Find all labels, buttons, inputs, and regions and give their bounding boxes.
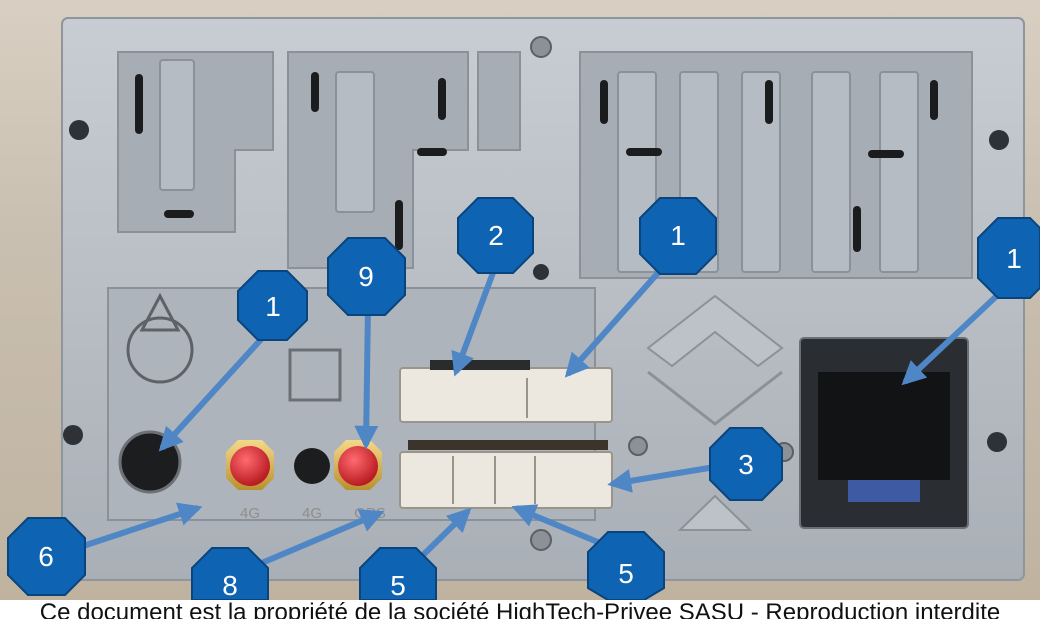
callout-1-main-connector: 1 bbox=[639, 197, 717, 275]
svg-text:2: 2 bbox=[488, 220, 504, 251]
document-footer-caption: Ce document est la propriété de la socié… bbox=[39, 599, 1001, 619]
callout-1-aux-socket: 1 bbox=[237, 270, 308, 341]
callout-8-antenna-area: 8 bbox=[191, 547, 269, 600]
svg-text:1: 1 bbox=[265, 291, 281, 322]
callout-3-lower-connector: 3 bbox=[709, 427, 783, 501]
antenna-gps bbox=[334, 440, 382, 490]
callout-5-right: 5 bbox=[587, 531, 665, 600]
antenna-4g-2-socket bbox=[294, 448, 330, 484]
port-label-4g-2: 4G bbox=[302, 505, 322, 522]
callout-2-main-connector: 2 bbox=[457, 197, 534, 274]
svg-text:5: 5 bbox=[390, 570, 406, 600]
main-connector-top bbox=[399, 360, 613, 423]
rear-panel-illustration: 4G 4G GPS 1 9 2 1 1 3 6 8 5 5 bbox=[7, 17, 1040, 600]
unit-rear-photo: 4G 4G GPS 1 9 2 1 1 3 6 8 5 5 bbox=[0, 0, 1040, 600]
callout-5-left: 5 bbox=[359, 547, 437, 600]
svg-text:6: 6 bbox=[38, 541, 54, 572]
svg-text:5: 5 bbox=[618, 558, 634, 589]
port-label-4g-1: 4G bbox=[240, 505, 260, 522]
svg-text:1: 1 bbox=[670, 220, 686, 251]
svg-text:3: 3 bbox=[738, 449, 754, 480]
svg-text:1: 1 bbox=[1006, 243, 1022, 274]
svg-text:9: 9 bbox=[358, 261, 374, 292]
antenna-4g-1 bbox=[226, 440, 274, 490]
callout-9-gps-antenna: 9 bbox=[327, 237, 406, 316]
callout-6-bracket: 6 bbox=[7, 517, 86, 596]
svg-text:8: 8 bbox=[222, 570, 238, 600]
iso-connector-black bbox=[799, 337, 969, 529]
callout-1-iso-connector: 1 bbox=[977, 217, 1040, 299]
